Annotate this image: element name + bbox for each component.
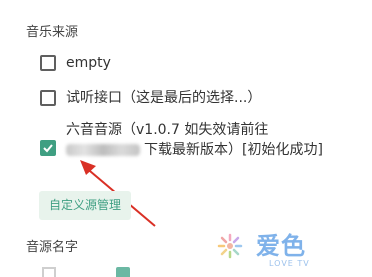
watermark-subtitle: LOVE TV [269, 259, 310, 268]
custom-source-manage-button[interactable]: 自定义源管理 [39, 191, 132, 220]
watermark-title: 爱色 [256, 232, 306, 260]
next-checkbox-partial[interactable] [42, 267, 56, 277]
section-title-source-name: 音源名字 [26, 240, 79, 255]
next-checkbox-checked-partial[interactable] [116, 267, 130, 277]
